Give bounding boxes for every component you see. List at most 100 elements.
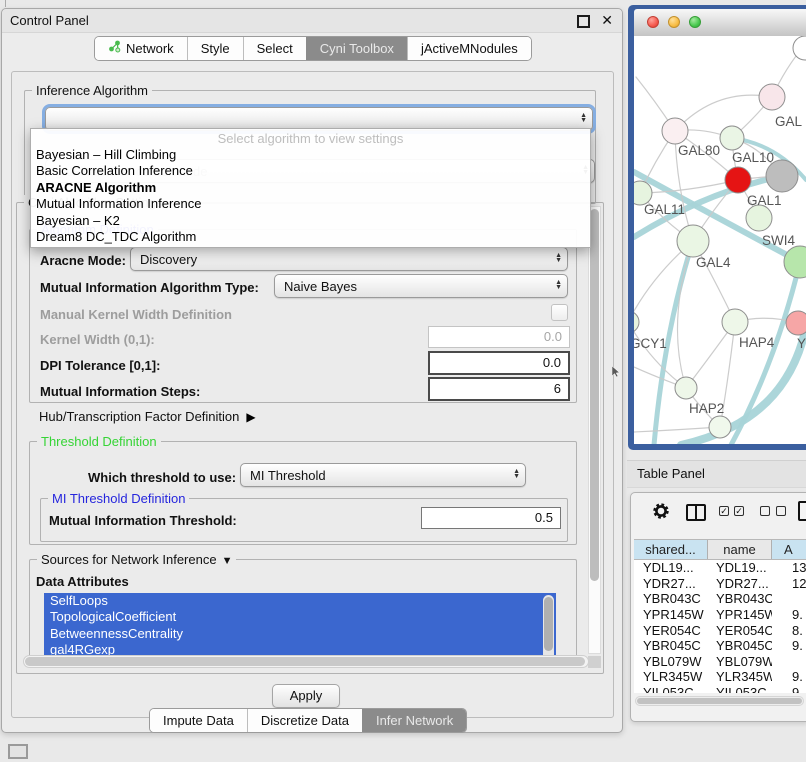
close-icon[interactable]: ✕	[601, 12, 613, 29]
network-view-window: GALGAL80GAL10GAL1GAL11SWI4GAL4GCY1HAP4YH…	[628, 5, 806, 450]
scrollbar-thumb[interactable]	[637, 698, 802, 704]
network-node[interactable]	[675, 377, 697, 399]
data-attribute-topologicalcoefficient[interactable]: TopologicalCoefficient	[44, 609, 556, 625]
network-node[interactable]	[722, 309, 748, 335]
data-attribute-betweennesscentrality[interactable]: BetweennessCentrality	[44, 626, 556, 642]
sources-network-inference-title[interactable]: Sources for Network Inference▼	[37, 552, 236, 567]
aracne-mode-combo[interactable]: Discovery ▲ ▼	[130, 247, 568, 271]
split-columns-icon[interactable]	[686, 504, 706, 521]
tab-label: Impute Data	[163, 710, 234, 732]
table-row[interactable]: YBL079WYBL079W	[634, 654, 806, 670]
kernel-width-field[interactable]: 0.0	[428, 326, 570, 348]
table-cell: 8.	[772, 623, 806, 638]
table-row[interactable]: YBR045CYBR045C9.	[634, 638, 806, 654]
table-row[interactable]: YDR27...YDR27...12	[634, 576, 806, 592]
scrollbar-thumb[interactable]	[544, 597, 553, 651]
tab-infer-network[interactable]: Infer Network	[362, 709, 466, 732]
zoom-traffic-light-icon[interactable]	[689, 16, 701, 28]
table-cell: YBL079W	[708, 654, 772, 669]
settings-vertical-scrollbar[interactable]	[588, 206, 601, 654]
gear-icon[interactable]	[652, 502, 670, 525]
mi-steps-field[interactable]: 6	[428, 377, 570, 401]
table-row[interactable]: YIL053CYIL053C9	[634, 685, 806, 693]
algorithm-option-bayesian-k2[interactable]: Bayesian – K2	[31, 213, 590, 229]
table-row[interactable]: YBR043CYBR043C	[634, 591, 806, 607]
column-header-shared[interactable]: shared...	[634, 540, 708, 559]
network-edge-thick[interactable]	[731, 262, 800, 444]
tab-style[interactable]: Style	[187, 37, 243, 60]
network-node[interactable]	[634, 311, 639, 333]
which-threshold-combo[interactable]: MI Threshold ▲ ▼	[240, 463, 526, 487]
scrollbar-thumb[interactable]	[590, 209, 599, 581]
tab-jactivemnodules[interactable]: jActiveMNodules	[407, 37, 531, 60]
network-node[interactable]	[793, 36, 806, 60]
dpi-tolerance-label: DPI Tolerance [0,1]:	[40, 358, 160, 373]
network-node[interactable]	[786, 311, 806, 335]
network-node[interactable]	[677, 225, 709, 257]
network-node[interactable]	[709, 416, 731, 438]
data-attributes-scrollbar[interactable]	[543, 595, 554, 664]
table-cell: YBR045C	[634, 638, 708, 653]
tab-discretize-data[interactable]: Discretize Data	[247, 709, 362, 732]
combo-arrows-icon: ▲ ▼	[555, 280, 562, 290]
network-window-titlebar[interactable]	[634, 9, 806, 37]
table-panel-title: Table Panel	[637, 466, 806, 481]
mi-steps-label: Mutual Information Steps:	[40, 384, 200, 399]
close-traffic-light-icon[interactable]	[647, 16, 659, 28]
table-cell: YDR27...	[634, 576, 708, 591]
table-cell: YDL19...	[634, 560, 708, 575]
new-table-icon[interactable]	[798, 501, 806, 521]
column-header-a[interactable]: A	[772, 540, 806, 559]
table-horizontal-scrollbar[interactable]	[635, 696, 804, 706]
tab-cyni-toolbox[interactable]: Cyni Toolbox	[306, 37, 407, 60]
network-node[interactable]	[746, 205, 772, 231]
algorithm-option-aracne-algorithm[interactable]: ARACNE Algorithm	[31, 180, 590, 196]
table-row[interactable]: YER054CYER054C8.	[634, 622, 806, 638]
algorithm-option-mutual-information-inference[interactable]: Mutual Information Inference	[31, 196, 590, 212]
cyni-bottom-tabs: Impute Data Discretize DataInfer Network	[149, 708, 467, 733]
tab-select[interactable]: Select	[243, 37, 306, 60]
network-node[interactable]	[759, 84, 785, 110]
network-edge[interactable]	[634, 427, 720, 432]
hub-transcription-factor-toggle[interactable]: Hub/Transcription Factor Definition▶	[39, 409, 256, 424]
unchecked-checkbox-icon[interactable]	[776, 506, 786, 516]
scrollbar-thumb[interactable]	[25, 657, 585, 666]
apply-button[interactable]: Apply	[272, 684, 340, 708]
network-node[interactable]	[725, 167, 751, 193]
tab-network[interactable]: Network	[95, 37, 187, 60]
settings-horizontal-scrollbar[interactable]	[23, 655, 589, 668]
table-column-headers: shared...nameA	[634, 539, 806, 560]
network-canvas[interactable]: GALGAL80GAL10GAL1GAL11SWI4GAL4GCY1HAP4YH…	[634, 36, 806, 444]
table-row[interactable]: YDL19...YDL19...13	[634, 560, 806, 576]
algorithm-option-dream8-dc-tdc-algorithm[interactable]: Dream8 DC_TDC Algorithm	[31, 229, 590, 245]
minimized-panel-icon[interactable]	[8, 744, 28, 759]
data-attribute-selfloops[interactable]: SelfLoops	[44, 593, 556, 609]
minimize-traffic-light-icon[interactable]	[668, 16, 680, 28]
algorithm-option-basic-correlation-inference[interactable]: Basic Correlation Inference	[31, 163, 590, 179]
which-threshold-value: MI Threshold	[250, 468, 326, 483]
table-cell: YDR27...	[708, 576, 772, 591]
mi-threshold-field[interactable]: 0.5	[421, 507, 561, 529]
unchecked-checkbox-icon[interactable]	[760, 506, 770, 516]
network-node[interactable]	[662, 118, 688, 144]
mi-threshold-definition-group: MI Threshold Definition Mutual Informati…	[40, 498, 568, 542]
column-header-name[interactable]: name	[708, 540, 772, 559]
network-node[interactable]	[784, 246, 806, 278]
table-rows: YDL19...YDL19...13YDR27...YDR27...12YBR0…	[634, 560, 806, 693]
checked-checkbox-icon[interactable]: ✓	[734, 506, 744, 516]
cyni-toolbox-panel: Inference Algorithm ▲ ▼ galFiltered sif …	[11, 71, 614, 718]
algorithm-option-bayesian-hill-climbing[interactable]: Bayesian – Hill Climbing	[31, 147, 590, 163]
network-node[interactable]	[720, 126, 744, 150]
dpi-tolerance-field[interactable]: 0.0	[428, 351, 570, 375]
aracne-mode-label: Aracne Mode:	[40, 253, 126, 268]
table-row[interactable]: YLR345WYLR345W9.	[634, 669, 806, 685]
mi-algorithm-type-combo[interactable]: Naive Bayes ▲ ▼	[274, 274, 568, 298]
table-row[interactable]: YPR145WYPR145W9.	[634, 607, 806, 623]
manual-kernel-width-checkbox[interactable]	[551, 304, 568, 321]
table-cell: 12	[772, 576, 806, 591]
checked-checkbox-icon[interactable]: ✓	[719, 506, 729, 516]
tab-label: Select	[257, 38, 293, 60]
float-window-icon[interactable]	[577, 15, 590, 28]
tab-impute-data[interactable]: Impute Data	[150, 709, 247, 732]
algorithm-definition-group: Algorithm Definition Aracne Mode: Discov…	[29, 229, 577, 403]
